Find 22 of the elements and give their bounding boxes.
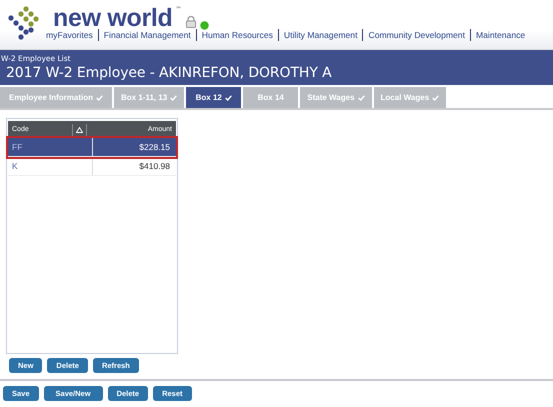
table-cell: FF	[8, 138, 93, 156]
tab[interactable]: Box 12	[186, 87, 242, 108]
table-row[interactable]: FF $228.15	[8, 138, 176, 157]
page-title: 2017 W-2 Employee - AKINREFON, DOROTHY A	[5, 64, 333, 83]
nav-link[interactable]: Community Development	[362, 29, 470, 41]
table-cell: K	[8, 157, 93, 175]
check-icon	[358, 94, 365, 100]
table-cell-text: $228.15	[138, 142, 171, 152]
nav-link[interactable]: Maintenance	[470, 29, 530, 41]
table-cell-text: $410.98	[138, 161, 171, 171]
nav-link[interactable]: myFavorites	[46, 29, 98, 41]
check-icon	[224, 94, 232, 100]
nav-link[interactable]: Utility Management	[278, 29, 362, 41]
table-row[interactable]: K $410.98	[8, 157, 176, 176]
status-dot-icon	[200, 21, 209, 30]
lock-icon	[184, 16, 197, 28]
check-icon	[170, 94, 178, 100]
check-icon	[432, 94, 440, 100]
logo-text: new world	[53, 6, 173, 30]
nav-link[interactable]: Financial Management	[98, 29, 196, 41]
check-icon	[96, 94, 103, 100]
nav-link[interactable]: Human Resources	[196, 29, 278, 41]
